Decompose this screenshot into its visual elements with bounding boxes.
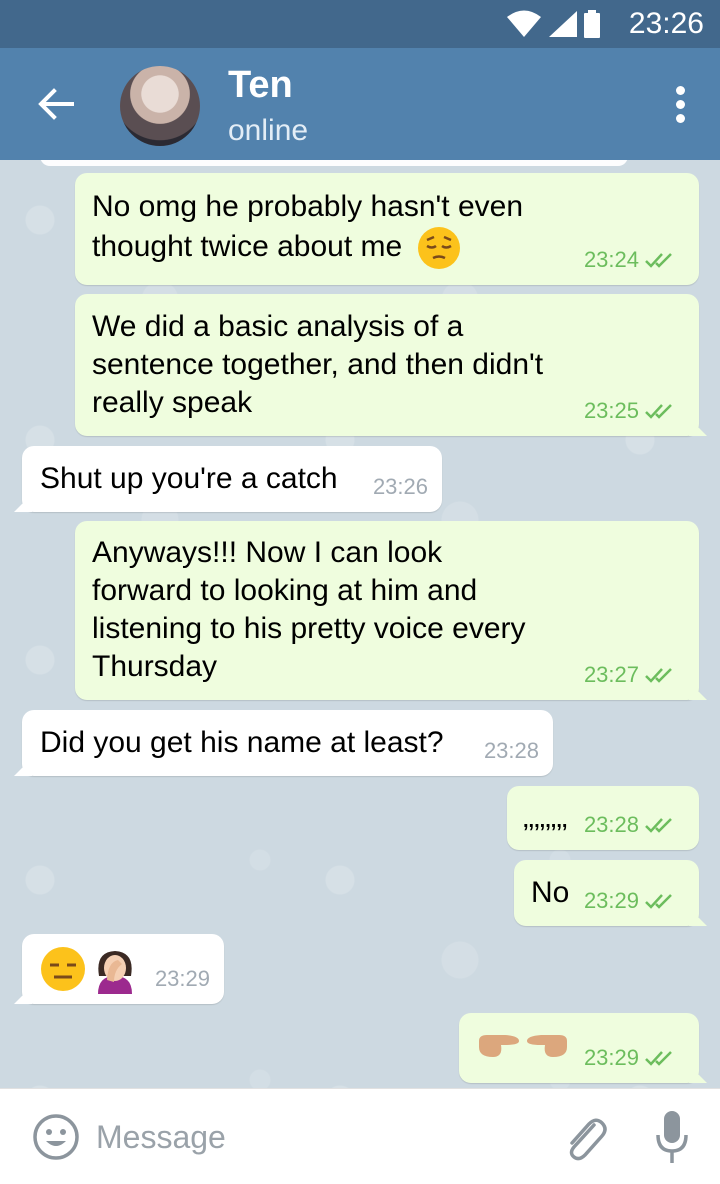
message-meta: 23:26: [373, 474, 428, 500]
message-input-bar: Message: [0, 1088, 720, 1184]
message-text: Did you get his name at least?: [40, 726, 444, 759]
double-check-icon: [645, 818, 672, 833]
bubble-tail: [14, 494, 32, 512]
message-text: No omg he probably hasn't even thought t…: [92, 188, 523, 270]
bubble-tail: [14, 758, 32, 776]
pointing-hands-emoji-icon: [479, 1035, 567, 1057]
message-meta: 23:28: [484, 738, 539, 764]
message-bubble-outgoing[interactable]: No 23:29: [514, 860, 707, 926]
expressionless-face-emoji-icon: [41, 947, 85, 991]
message-bubble-outgoing[interactable]: ,,,,,,,, 23:28: [507, 786, 699, 850]
message-time: 23:29: [154, 966, 210, 991]
more-options-icon[interactable]: [668, 86, 692, 126]
message-meta: 23:25: [584, 398, 677, 424]
double-check-icon: [645, 1051, 672, 1066]
message-text: ,,,,,,,,: [523, 810, 568, 832]
back-arrow-icon[interactable]: [34, 82, 78, 126]
message-input[interactable]: Message: [96, 1119, 226, 1156]
status-bar: 23:26: [0, 0, 720, 48]
message-emojis: [40, 946, 140, 996]
message-bubble-outgoing[interactable]: Anyways!!! Now I can look forward to loo…: [75, 521, 707, 700]
message-time: 23:26: [372, 474, 428, 499]
bubble-tail: [689, 908, 707, 926]
message-meta: 23:27: [584, 662, 677, 688]
microphone-icon[interactable]: [654, 1109, 690, 1165]
message-meta: 23:29: [584, 888, 677, 914]
emoji-smile-icon[interactable]: [32, 1113, 80, 1161]
message-list[interactable]: No omg he probably hasn't even thought t…: [0, 160, 720, 1088]
battery-icon: [584, 10, 600, 38]
bubble-tail: [689, 682, 707, 700]
signal-icon: [549, 11, 577, 37]
message-bubble-outgoing[interactable]: No omg he probably hasn't even thought t…: [75, 173, 699, 285]
avatar[interactable]: [120, 66, 200, 146]
bubble-tail: [689, 1065, 707, 1083]
message-bubble-incoming[interactable]: 23:29: [14, 934, 224, 1004]
bubble-tail: [14, 986, 32, 1004]
message-text: Shut up you're a catch: [40, 462, 338, 495]
message-time: 23:24: [583, 247, 639, 272]
message-time: 23:28: [483, 738, 539, 763]
message-emojis: [475, 1027, 571, 1073]
status-time: 23:26: [628, 7, 704, 40]
wifi-icon: [507, 10, 541, 37]
message-time: 23:27: [583, 662, 639, 687]
woman-facepalming-emoji-icon: [98, 951, 132, 994]
message-meta: 23:29: [155, 966, 210, 992]
status-icons: [506, 10, 600, 38]
message-text: We did a basic analysis of a sentence to…: [92, 310, 544, 419]
message-bubble-incoming[interactable]: Did you get his name at least? 23:28: [14, 710, 553, 776]
message-text: No: [531, 876, 570, 909]
double-check-icon: [645, 404, 672, 419]
pensive-face-emoji-icon: [417, 227, 460, 269]
message-bubble-outgoing[interactable]: 23:29: [459, 1013, 707, 1083]
contact-name[interactable]: Ten: [228, 64, 293, 107]
message-bubble-outgoing[interactable]: We did a basic analysis of a sentence to…: [75, 294, 707, 436]
double-check-icon: [645, 668, 672, 683]
message-time: 23:29: [583, 888, 639, 913]
message-bubble-incoming[interactable]: Shut up you're a catch 23:26: [14, 446, 442, 512]
partial-message-bubble: [40, 160, 628, 166]
message-time: 23:28: [583, 812, 639, 837]
message-meta: 23:28: [584, 812, 677, 838]
bubble-tail: [689, 418, 707, 436]
message-meta: 23:29: [584, 1045, 677, 1071]
message-time: 23:25: [583, 398, 639, 423]
message-meta: 23:24: [584, 247, 677, 273]
message-time: 23:29: [583, 1045, 639, 1070]
chat-header: Ten online: [0, 48, 720, 160]
message-text: Anyways!!! Now I can look forward to loo…: [92, 536, 526, 683]
contact-status: online: [228, 114, 309, 147]
double-check-icon: [645, 894, 672, 909]
double-check-icon: [645, 253, 672, 268]
attach-paperclip-icon[interactable]: [560, 1111, 608, 1163]
